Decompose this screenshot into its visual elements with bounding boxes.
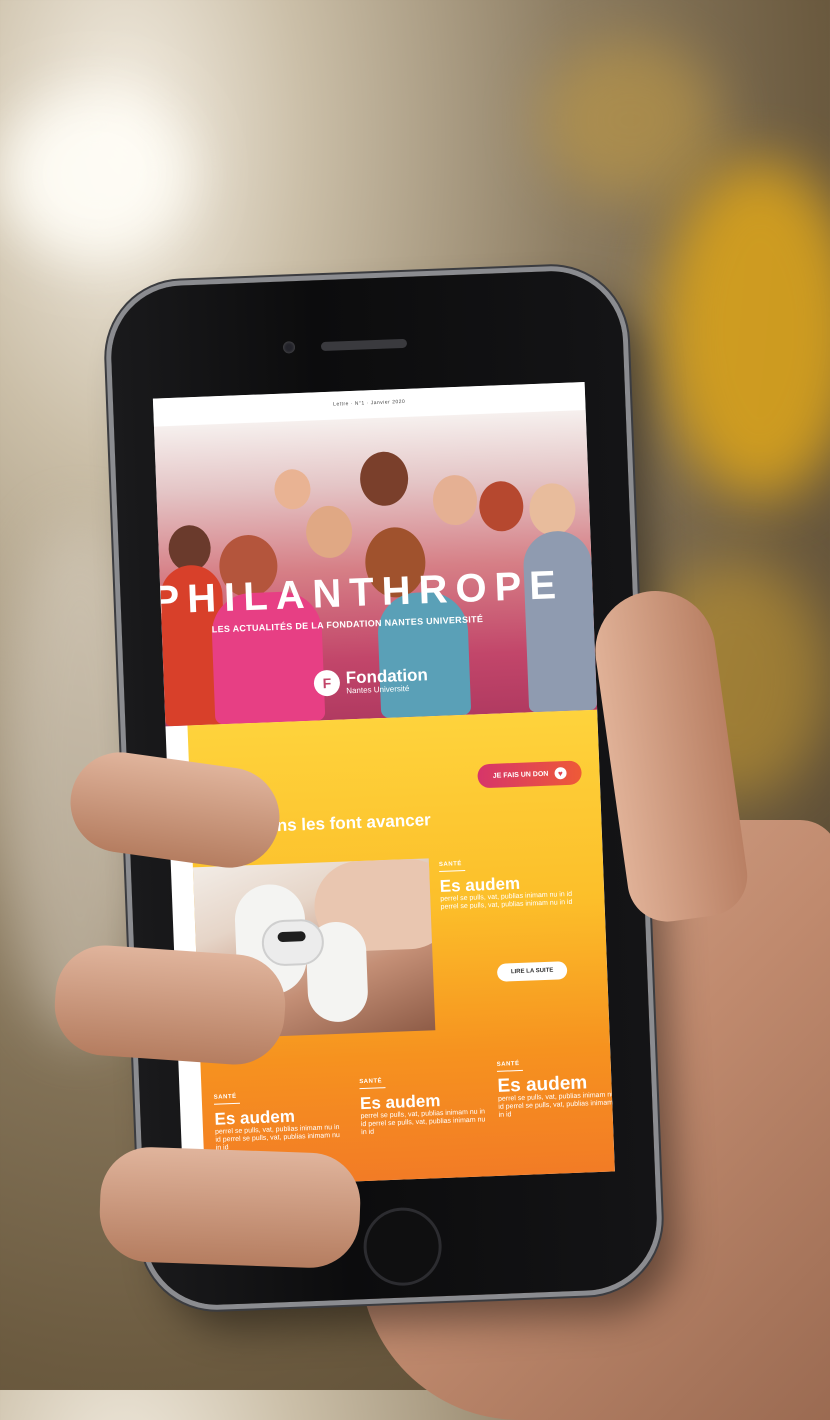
earpiece-speaker (320, 338, 408, 352)
article-category: SANTÉ (214, 1090, 344, 1105)
hand-finger (98, 1145, 362, 1270)
article-category: SANTÉ (359, 1074, 489, 1090)
logo-name: Fondation (345, 665, 429, 688)
article-text: perrel se pulls, vat, publias inimam nu … (214, 1123, 340, 1152)
category-underline (496, 1069, 523, 1072)
category-underline (439, 869, 466, 872)
article-card: SANTÉ Es audem perrel se pulls, vat, pub… (359, 1074, 491, 1137)
article-category: SANTÉ (497, 1057, 615, 1072)
category-underline (213, 1102, 241, 1105)
hand-finger (51, 942, 289, 1068)
donate-button[interactable]: JE FAIS UN DON ♥ (477, 760, 583, 789)
category-underline (359, 1087, 386, 1090)
donate-label: JE FAIS UN DON (492, 770, 549, 780)
featured-article: SANTÉ Es audem perrel se pulls, vat, pub… (439, 857, 581, 912)
article-card: SANTÉ Es audem perrel se pulls, vat, pub… (497, 1057, 615, 1120)
article-text: perrel se pulls, vat, publias inimam nu … (497, 1091, 615, 1119)
article-card: SANTÉ Es audem perrel se pulls, vat, pub… (214, 1090, 346, 1153)
home-button[interactable] (362, 1206, 444, 1288)
child-photo (305, 505, 354, 559)
featured-category: SANTÉ (439, 857, 579, 872)
background-yellow-blur (660, 160, 830, 500)
heart-icon: ♥ (554, 766, 567, 780)
logo-text: Fondation Nantes Université (345, 665, 429, 695)
child-photo (432, 474, 478, 526)
child-photo (478, 480, 525, 533)
article-text: perrel se pulls, vat, publias inimam nu … (360, 1108, 486, 1137)
child-photo (359, 450, 410, 507)
front-camera (282, 341, 296, 354)
child-photo (528, 482, 577, 537)
read-more-button[interactable]: LIRE LA SUITE (496, 961, 568, 982)
child-photo (522, 529, 598, 713)
fondation-logo[interactable]: F Fondation Nantes Université (313, 665, 429, 697)
medical-device (261, 918, 325, 967)
category-label: SANTÉ (213, 1093, 237, 1101)
category-label: SANTÉ (438, 861, 462, 868)
logo-icon: F (313, 669, 341, 697)
background-light-blur (0, 90, 190, 260)
hero-banner: PHILANTHROPE LES ACTUALITÉS DE LA FONDAT… (153, 409, 598, 727)
category-label: SANTÉ (496, 1061, 520, 1068)
child-photo (273, 468, 312, 510)
category-label: SANTÉ (359, 1078, 383, 1086)
background-blur (540, 40, 720, 200)
header-line: Lettre · N°1 · Janvier 2020 (333, 398, 406, 408)
